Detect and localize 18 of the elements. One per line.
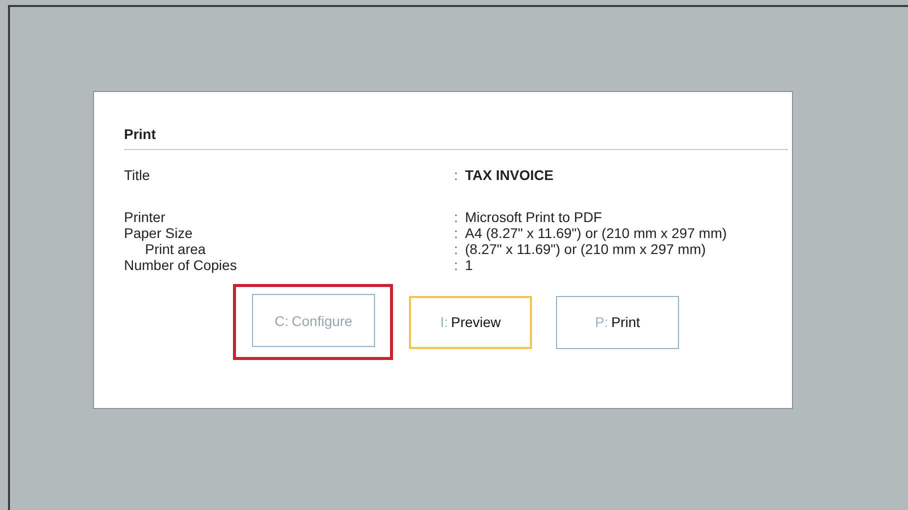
field-value: (8.27" x 11.69") or (210 mm x 297 mm) [465, 241, 707, 257]
field-value: TAX INVOICE [465, 167, 554, 183]
dialog-title: Print [124, 126, 788, 150]
field-value: 1 [465, 257, 474, 273]
field-value: A4 (8.27" x 11.69") or (210 mm x 297 mm) [465, 225, 728, 241]
colon-mark: : [454, 241, 459, 257]
field-label: Paper Size [124, 225, 194, 241]
field-label: Title [124, 167, 151, 183]
colon-mark: : [454, 257, 459, 273]
dialog-button[interactable]: I: Preview [409, 296, 532, 348]
dialog-button[interactable]: P: Print [556, 296, 679, 348]
field-label: Printer [124, 209, 166, 225]
field-value: Microsoft Print to PDF [465, 209, 603, 225]
colon-mark: : [454, 225, 459, 241]
field-label: Number of Copies [124, 257, 238, 273]
colon-mark: : [454, 167, 459, 183]
field-label: Print area [144, 241, 207, 257]
colon-mark: : [454, 209, 459, 225]
